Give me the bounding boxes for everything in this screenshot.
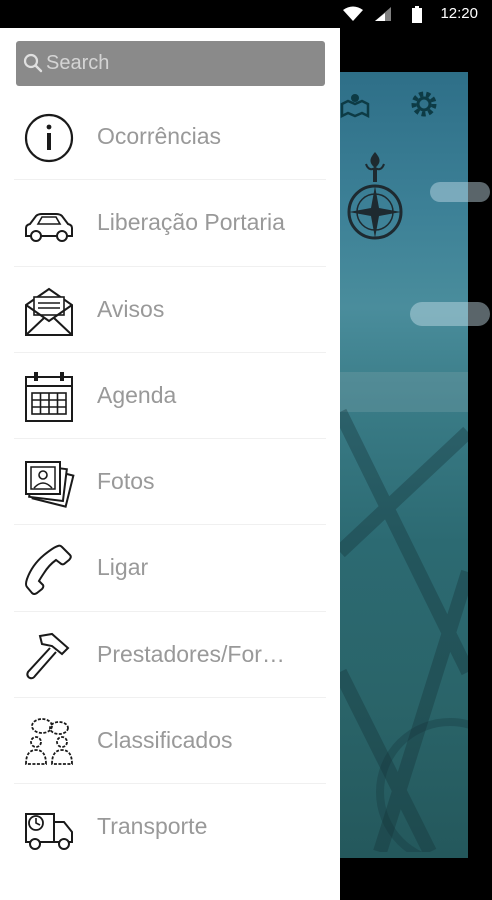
envelope-icon — [25, 287, 73, 336]
people-chat-icon — [25, 718, 73, 765]
menu-item-label: Fotos — [97, 468, 155, 495]
search-bar[interactable] — [16, 41, 325, 86]
menu-item-transporte[interactable]: Transporte — [0, 784, 340, 870]
status-bar: 12:20 — [0, 0, 492, 28]
info-icon — [24, 113, 74, 163]
menu-item-agenda[interactable]: Agenda — [0, 353, 340, 440]
menu-item-label: Agenda — [97, 381, 177, 408]
search-input[interactable] — [46, 49, 316, 77]
search-icon — [23, 53, 43, 73]
menu-item-label: Ocorrências — [97, 123, 221, 149]
background-lines — [340, 408, 468, 852]
menu-item-label: Transporte — [97, 813, 208, 840]
menu-item-classificados[interactable]: Classificados — [0, 698, 340, 785]
compass-rose-icon — [347, 152, 403, 240]
map-icon[interactable] — [340, 90, 370, 120]
menu-item-fotos[interactable]: Fotos — [0, 439, 340, 526]
menu-item-label: Avisos — [97, 295, 165, 322]
menu-item-label: Prestadores/For… — [97, 640, 285, 667]
signal-icon — [375, 7, 391, 21]
menu-item-label: Ligar — [97, 554, 149, 581]
car-icon — [25, 213, 73, 243]
menu-item-label: Classificados — [97, 727, 233, 754]
menu-item-ligar[interactable]: Ligar — [0, 525, 340, 612]
calendar-icon — [25, 371, 73, 422]
phone-icon — [25, 545, 72, 596]
menu-item-avisos[interactable]: Avisos — [0, 267, 340, 353]
status-time: 12:20 — [440, 5, 478, 22]
menu-item-prestadores[interactable]: Prestadores/For… — [0, 612, 340, 699]
background-photo — [340, 72, 490, 858]
photos-icon — [25, 461, 75, 509]
menu-item-ocorrencias[interactable]: Ocorrências — [0, 94, 340, 181]
hammer-icon — [26, 632, 70, 680]
menu-item-label: Liberação Portaria — [97, 209, 285, 236]
background-app — [340, 28, 492, 900]
battery-icon — [412, 6, 422, 23]
wifi-icon — [343, 6, 363, 21]
navigation-drawer: Ocorrências Liberação Portaria — [0, 28, 340, 900]
truck-icon — [25, 813, 73, 851]
gear-icon[interactable] — [408, 88, 440, 120]
menu-list: Ocorrências Liberação Portaria Avisos Ag… — [0, 94, 340, 871]
menu-item-liberacao-portaria[interactable]: Liberação Portaria — [0, 180, 340, 267]
